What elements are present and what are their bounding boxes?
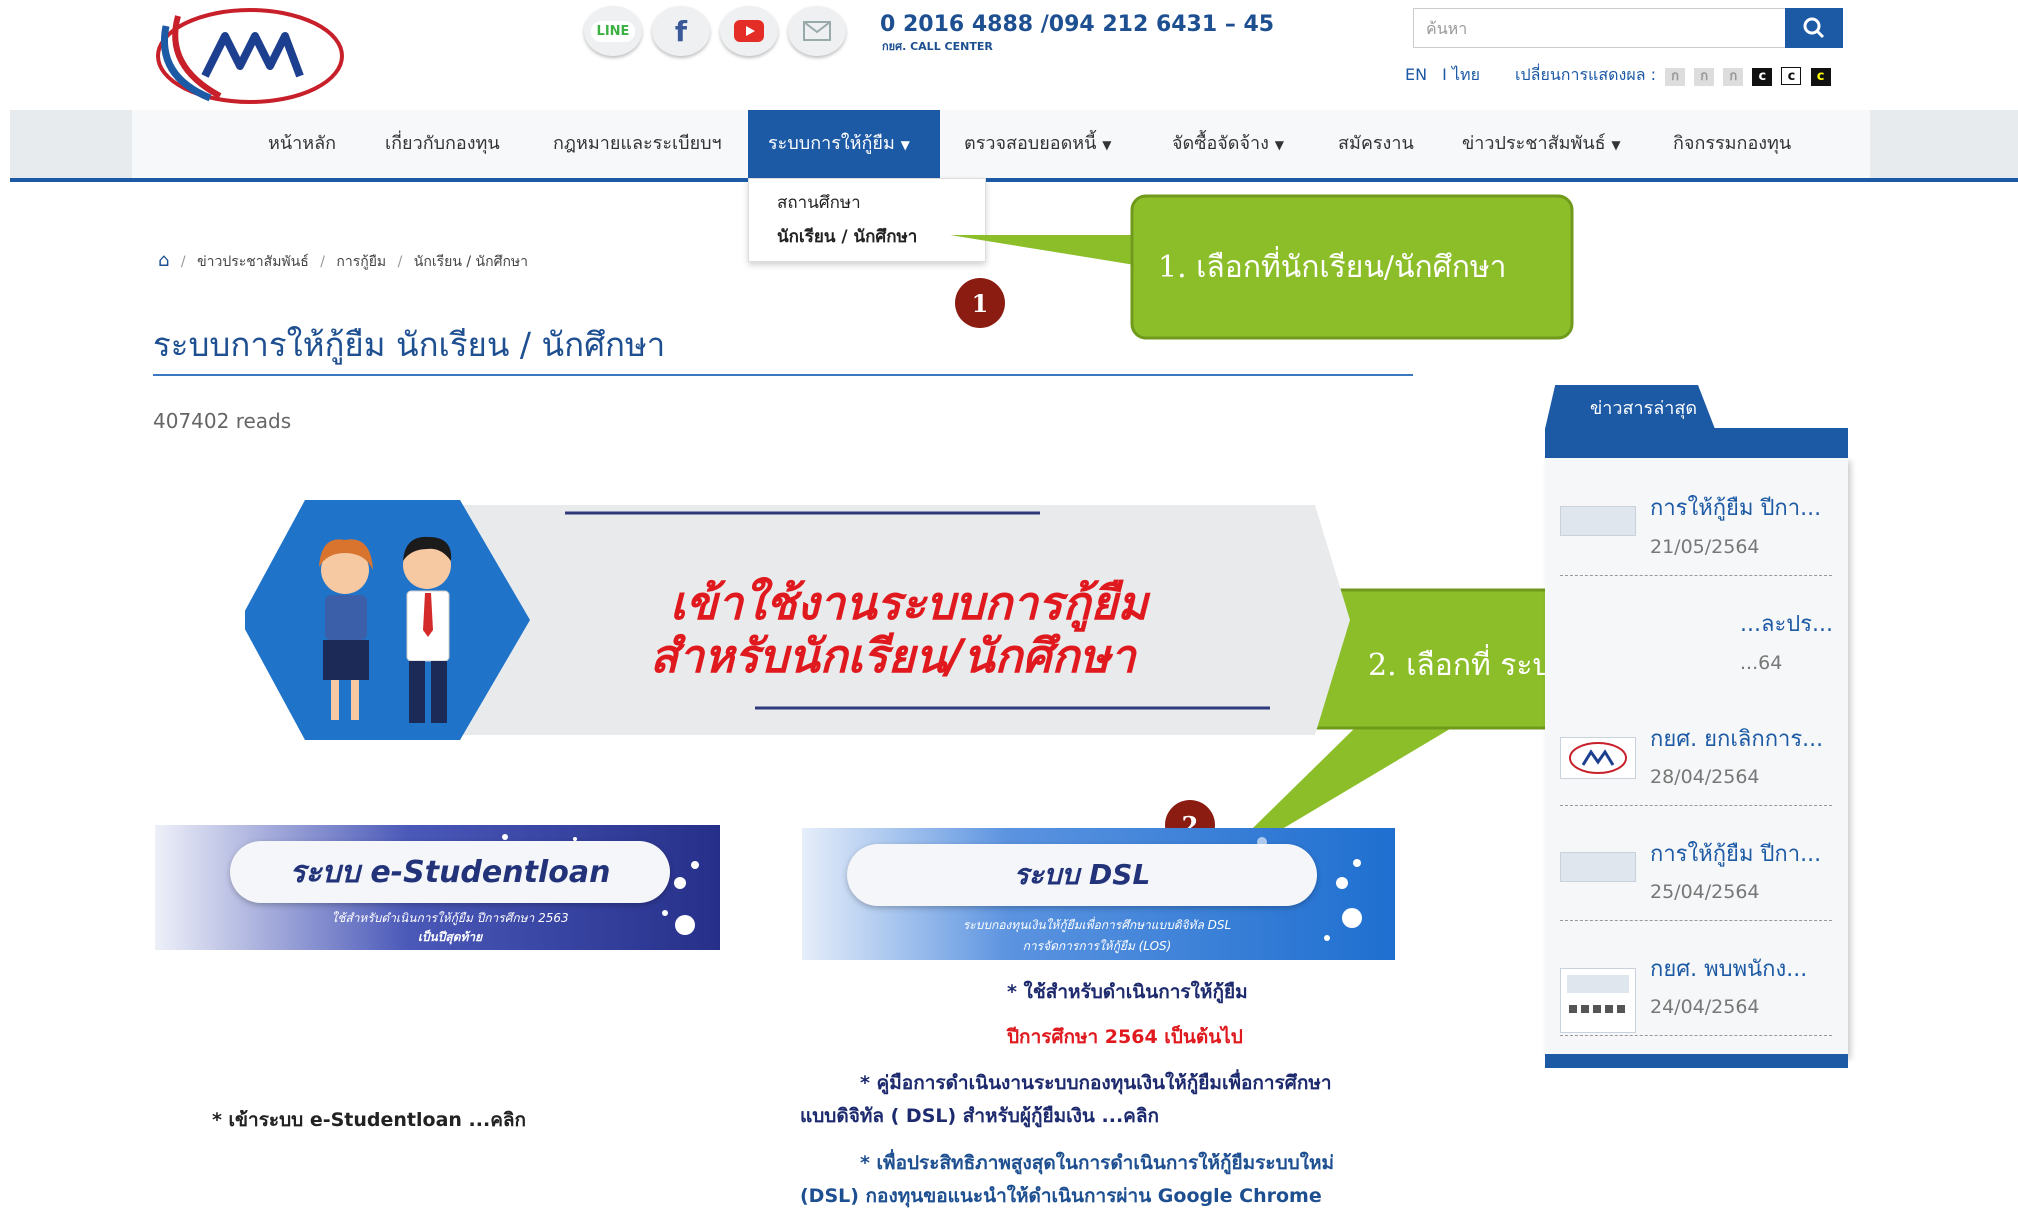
nav-item-check-debt[interactable]: ตรวจสอบยอดหนี้ ▼ [964, 110, 1111, 178]
chevron-down-icon: ▼ [900, 138, 910, 152]
lang-th-link[interactable]: I ไทย [1442, 65, 1480, 84]
breadcrumb: ⌂ / ข่าวประชาสัมพันธ์ / การกู้ยืม / นักเ… [158, 250, 529, 271]
news-title[interactable]: กยศ. พบพนักง... [1650, 951, 1807, 986]
youtube-icon[interactable] [720, 6, 778, 56]
dsl-chrome-note2: (DSL) กองทุนขอแนะนำให้ดำเนินการผ่าน Goog… [800, 1185, 1322, 1207]
nav-item-activities[interactable]: กิจกรรมกองทุน [1673, 110, 1791, 178]
chevron-down-icon: ▼ [1274, 138, 1284, 152]
news-thumbnail[interactable] [1560, 968, 1636, 1033]
nav-item-news[interactable]: ข่าวประชาสัมพันธ์ ▼ [1462, 110, 1621, 178]
latest-news-bar [1545, 428, 1848, 458]
banner-line2: สำหรับนักเรียน/นักศึกษา [650, 629, 1136, 683]
language-display-row: EN I ไทย เปลี่ยนการแสดงผล : ก ก ก c c c [1405, 63, 1831, 88]
nav-item-law[interactable]: กฎหมายและระเบียบฯ [553, 110, 722, 178]
news-thumbnail[interactable] [1560, 506, 1636, 536]
news-date: 21/05/2564 [1650, 536, 1760, 558]
nav-item-procurement[interactable]: จัดซื้อจัดจ้าง ▼ [1172, 110, 1284, 178]
page-title: ระบบการให้กู้ยืม นักเรียน / นักศึกษา [153, 325, 666, 364]
dsl-manual-line2[interactable]: แบบดิจิทัล ( DSL) สำหรับผู้กู้ยืมเงิน ..… [800, 1101, 1159, 1131]
news-thumbnail[interactable] [1560, 852, 1636, 882]
dsl-chrome-note1: * เพื่อประสิทธิภาพสูงสุดในการดำเนินการให… [860, 1152, 1335, 1174]
estudentloan-banner[interactable]: ระบบ e-Studentloan ใช้สำหรับดำเนินการให้… [155, 825, 720, 950]
news-separator [1560, 1035, 1832, 1036]
contrast-option[interactable]: ก [1723, 68, 1744, 86]
estudentloan-title: ระบบ e-Studentloan [230, 841, 670, 903]
news-date: 25/04/2564 [1650, 881, 1760, 903]
contrast-option[interactable]: c [1810, 68, 1831, 86]
nav-item-loan-system[interactable]: ระบบการให้กู้ยืม ▼ [768, 110, 910, 178]
dropdown-item-student[interactable]: นักเรียน / นักศึกษา [777, 223, 917, 250]
step1-badge: 1 [955, 278, 1005, 328]
news-separator [1560, 920, 1832, 921]
latest-news-heading: ข่าวสารล่าสุด [1590, 398, 1698, 419]
search-icon [1803, 17, 1825, 39]
contrast-option[interactable]: c [1752, 68, 1773, 86]
news-title[interactable]: การให้กู้ยืม ปีกา... [1650, 490, 1821, 525]
call-center-label: กยศ. CALL CENTER [882, 40, 993, 53]
callout-step1-text: 1. เลือกที่นักเรียน/นักศึกษา [1158, 250, 1507, 285]
loan-banner: เข้าใช้งานระบบการกู้ยืม สำหรับนักเรียน/น… [245, 495, 1355, 745]
read-count: 407402 reads [153, 409, 292, 433]
facebook-icon[interactable]: f [652, 6, 710, 56]
estudentloan-sub1: ใช้สำหรับดำเนินการให้กู้ยืม ปีการศึกษา 2… [331, 911, 569, 925]
dsl-note2: ปีการศึกษา 2564 เป็นต้นไป [1007, 1026, 1243, 1048]
contrast-option[interactable]: c [1781, 67, 1802, 85]
email-icon[interactable] [788, 6, 846, 56]
dsl-title: ระบบ DSL [847, 844, 1317, 906]
call-center-phone: 0 2016 4888 /094 212 6431 – 45 [880, 12, 1275, 37]
nav-item-jobs[interactable]: สมัครงาน [1338, 110, 1414, 178]
news-date: ...64 [1740, 652, 1783, 674]
news-title[interactable]: กยศ. ยกเลิกการ... [1650, 721, 1823, 756]
dsl-manual-line1[interactable]: * คู่มือการดำเนินงานระบบกองทุนเงินให้กู้… [860, 1068, 1332, 1098]
home-icon[interactable]: ⌂ [158, 250, 169, 271]
contrast-option[interactable]: ก [1694, 68, 1715, 86]
contrast-option[interactable]: ก [1665, 68, 1686, 86]
dsl-sub2: การจัดการการให้กู้ยืม (LOS) [1022, 939, 1172, 953]
news-separator [1560, 575, 1832, 576]
dsl-sub1: ระบบกองทุนเงินให้กู้ยืมเพื่อการศึกษาแบบด… [962, 918, 1232, 932]
display-change-label: เปลี่ยนการแสดงผล : [1515, 65, 1656, 84]
line-icon[interactable]: LINE [584, 6, 642, 56]
news-thumbnail[interactable] [1560, 737, 1636, 779]
search-box [1413, 8, 1786, 48]
search-input[interactable] [1414, 9, 1786, 47]
news-title[interactable]: ...ละปร... [1740, 606, 1833, 641]
news-separator [1560, 805, 1832, 806]
breadcrumb-item[interactable]: การกู้ยืม [336, 254, 386, 270]
breadcrumb-item[interactable]: ข่าวประชาสัมพันธ์ [197, 254, 309, 270]
news-date: 24/04/2564 [1650, 996, 1760, 1018]
estudentloan-sub2: เป็นปีสุดท้าย [417, 930, 483, 944]
news-title[interactable]: การให้กู้ยืม ปีกา... [1650, 836, 1821, 871]
dropdown-item-institution[interactable]: สถานศึกษา [777, 189, 861, 216]
title-divider [153, 374, 1413, 376]
dsl-note1: * ใช้สำหรับดำเนินการให้กู้ยืม [1007, 981, 1248, 1003]
nav-item-home[interactable]: หน้าหลัก [268, 110, 336, 178]
estudentloan-login-link[interactable]: * เข้าระบบ e-Studentloan ...คลิก [212, 1105, 526, 1135]
news-date: 28/04/2564 [1650, 766, 1760, 788]
latest-news-footer [1545, 1054, 1848, 1068]
kysf-logo[interactable] [150, 6, 350, 106]
chevron-down-icon: ▼ [1102, 138, 1112, 152]
breadcrumb-current: นักเรียน / นักศึกษา [413, 254, 529, 270]
lang-en-link[interactable]: EN [1405, 65, 1427, 84]
dsl-banner[interactable]: ระบบ DSL ระบบกองทุนเงินให้กู้ยืมเพื่อการ… [802, 828, 1395, 960]
nav-item-about[interactable]: เกี่ยวกับกองทุน [385, 110, 500, 178]
search-button[interactable] [1785, 8, 1843, 48]
chevron-down-icon: ▼ [1611, 138, 1621, 152]
